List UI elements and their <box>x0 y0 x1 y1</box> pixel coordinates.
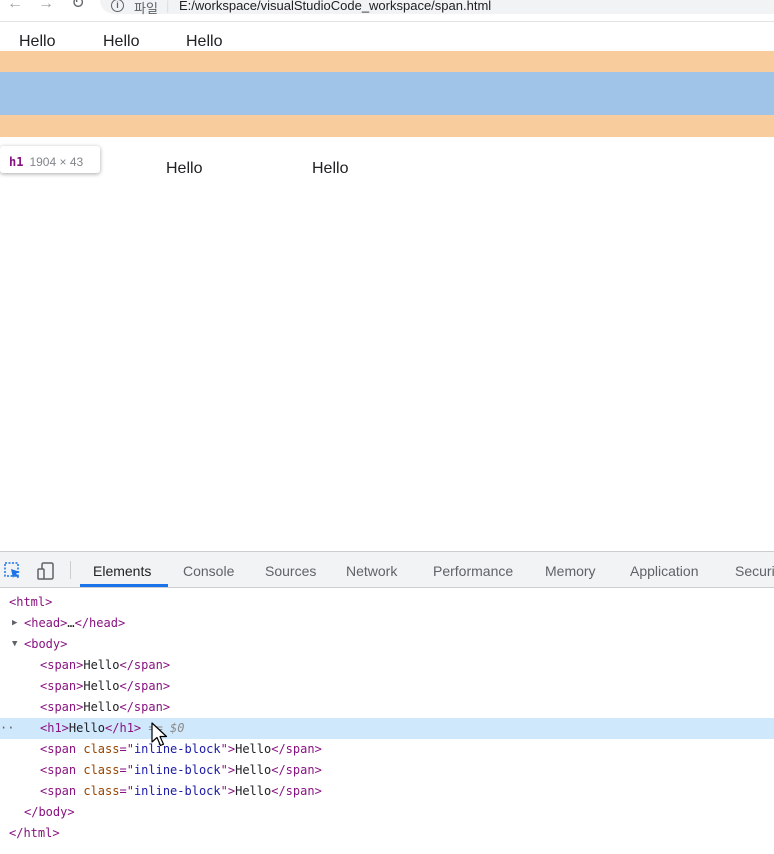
devtools-panel: Elements Console Sources Network Perform… <box>0 551 774 854</box>
span-open-tag: <span> <box>40 700 84 714</box>
body-close-tag: </body> <box>24 805 75 819</box>
inspect-element-icon[interactable] <box>4 562 22 580</box>
back-arrow-icon[interactable]: ← <box>5 0 25 14</box>
attr-equals: =" <box>119 784 134 798</box>
tab-console[interactable]: Console <box>183 552 234 588</box>
attr-name: class <box>83 742 120 756</box>
tab-security[interactable]: Securi <box>735 552 774 588</box>
url-separator: | <box>166 0 170 13</box>
page-span-2: Hello <box>103 33 140 50</box>
span-close-tag: </span> <box>271 784 322 798</box>
tooltip-tag-name: h1 <box>9 155 24 169</box>
span-text: Hello <box>235 763 272 777</box>
dom-node-span-inline-block[interactable]: <span class="inline-block">Hello</span> <box>0 781 774 802</box>
toolbar-divider <box>70 561 71 579</box>
h1-open-tag: <h1> <box>40 721 69 735</box>
span-text: Hello <box>83 700 120 714</box>
mouse-cursor-icon <box>151 722 168 747</box>
attr-value: inline-block <box>133 784 221 798</box>
dom-node-h1-selected[interactable]: ·· <h1>Hello</h1> == $0 <box>0 718 774 739</box>
span-close-tag: </span> <box>119 658 171 672</box>
expand-triangle-icon[interactable]: ▶ <box>12 613 17 634</box>
span-text: Hello <box>235 784 272 798</box>
span-close-tag: </span> <box>119 679 171 693</box>
info-icon[interactable]: i <box>111 0 124 12</box>
html-close-tag: </html> <box>9 826 60 840</box>
head-close-tag: </head> <box>74 616 126 630</box>
attr-end: "> <box>220 742 236 756</box>
span-close-tag: </span> <box>119 700 171 714</box>
tab-memory[interactable]: Memory <box>545 552 596 588</box>
forward-arrow-icon[interactable]: → <box>36 0 56 14</box>
dom-node-span[interactable]: <span>Hello</span> <box>0 655 774 676</box>
span-open-tag: <span <box>40 763 84 777</box>
address-bar[interactable]: i 파일 | E:/workspace/visualStudioCode_wor… <box>100 0 774 16</box>
span-open-tag: <span> <box>40 679 84 693</box>
h1-text: Hello <box>68 721 106 735</box>
inline-block-span-2: Hello <box>166 160 203 177</box>
h1-close-tag: </h1> <box>105 721 142 735</box>
attr-name: class <box>83 763 120 777</box>
page-span-1: Hello <box>19 33 56 50</box>
tab-application[interactable]: Application <box>630 552 699 588</box>
attr-name: class <box>83 784 120 798</box>
dom-node-span[interactable]: <span>Hello</span> <box>0 697 774 718</box>
dom-node-html[interactable]: <html> <box>0 592 774 613</box>
tab-sources[interactable]: Sources <box>265 552 316 588</box>
attr-end: "> <box>220 784 236 798</box>
active-tab-indicator <box>80 584 168 587</box>
attr-end: "> <box>220 763 236 777</box>
row-menu-dots[interactable]: ·· <box>0 718 14 739</box>
dom-node-span-inline-block[interactable]: <span class="inline-block">Hello</span> <box>0 739 774 760</box>
span-close-tag: </span> <box>271 763 322 777</box>
browser-toolbar: ← → ↻ i 파일 | E:/workspace/visualStudioCo… <box>0 0 774 22</box>
tooltip-dimensions: 1904 × 43 <box>29 155 84 169</box>
url-scheme-label: 파일 <box>134 1 158 16</box>
h1-margin-bottom-highlight <box>0 115 774 137</box>
span-open-tag: <span <box>40 742 84 756</box>
h1-content-highlight <box>0 72 774 115</box>
tab-performance[interactable]: Performance <box>433 552 513 588</box>
tab-network[interactable]: Network <box>346 552 397 588</box>
span-open-tag: <span> <box>40 658 84 672</box>
dom-node-html-close[interactable]: </html> <box>0 823 774 844</box>
span-close-tag: </span> <box>271 742 322 756</box>
span-text: Hello <box>83 658 120 672</box>
reload-icon[interactable]: ↻ <box>68 0 88 14</box>
dom-node-head[interactable]: ▶ <head>…</head> <box>0 613 774 634</box>
attr-equals: =" <box>119 763 134 777</box>
h1-margin-top-highlight <box>0 51 774 72</box>
page-span-3: Hello <box>186 33 223 50</box>
element-inspect-tooltip: h1 1904 × 43 <box>0 146 100 173</box>
dom-node-span-inline-block[interactable]: <span class="inline-block">Hello</span> <box>0 760 774 781</box>
collapse-triangle-icon[interactable]: ▼ <box>12 634 17 655</box>
attr-value: inline-block <box>133 742 221 756</box>
dom-node-span[interactable]: <span>Hello</span> <box>0 676 774 697</box>
body-open-tag: <body> <box>24 637 68 651</box>
span-text: Hello <box>235 742 272 756</box>
dom-tree: <html> ▶ <head>…</head> ▼ <body> <span>H… <box>0 589 774 854</box>
span-open-tag: <span <box>40 784 84 798</box>
head-open-tag: <head> <box>24 616 68 630</box>
attr-value: inline-block <box>133 763 221 777</box>
tab-elements[interactable]: Elements <box>93 552 151 588</box>
head-ellipsis: … <box>67 616 75 630</box>
dom-node-body[interactable]: ▼ <body> <box>0 634 774 655</box>
html-open-tag: <html> <box>9 595 53 609</box>
device-toolbar-icon[interactable] <box>36 561 56 581</box>
dom-node-body-close[interactable]: </body> <box>0 802 774 823</box>
attr-equals: =" <box>119 742 134 756</box>
inline-block-span-3: Hello <box>312 160 349 177</box>
url-text[interactable]: E:/workspace/visualStudioCode_workspace/… <box>179 0 491 13</box>
devtools-tab-bar: Elements Console Sources Network Perform… <box>0 552 774 588</box>
span-text: Hello <box>83 679 120 693</box>
